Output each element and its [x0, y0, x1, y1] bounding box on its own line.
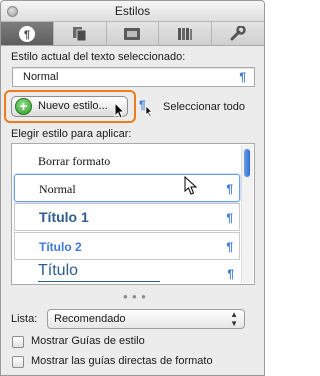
show-style-guides-label: Mostrar Guías de estilo — [31, 335, 145, 347]
styles-palette-window: Estilos ¶ Estilo actual del texto selecc… — [0, 0, 265, 376]
style-name: Título 2 — [39, 240, 82, 254]
list-filter-label: Lista: — [11, 313, 38, 325]
list-filter-value: Recomendado — [54, 313, 126, 325]
window-title: Estilos — [114, 4, 151, 18]
style-name: Normal — [39, 182, 76, 196]
select-pointer-icon — [145, 105, 153, 118]
svg-text:¶: ¶ — [24, 29, 30, 41]
list-item[interactable]: Normal ¶ — [14, 174, 240, 202]
style-name: Título 1 — [39, 209, 89, 225]
paragraph-marker: ¶ — [226, 211, 233, 225]
paragraph-marker: ¶ — [226, 182, 233, 196]
show-direct-formatting-label: Mostrar las guías directas de formato — [31, 355, 213, 367]
arrow-cursor-icon — [184, 176, 198, 195]
paragraph-styles-icon: ¶ — [18, 25, 35, 42]
new-style-button[interactable]: + Nuevo estilo... — [11, 96, 128, 117]
list-filter-select[interactable]: Recomendado ▲ ▼ — [47, 309, 245, 329]
wrench-icon — [230, 25, 246, 40]
style-name: Título — [38, 262, 161, 282]
list-item[interactable]: Título 1 ¶ — [14, 203, 240, 231]
scrollbar-thumb[interactable] — [244, 149, 250, 177]
list-item[interactable]: Título ¶ — [14, 260, 240, 284]
title-bar: Estilos — [1, 1, 264, 22]
close-dot-icon[interactable] — [7, 6, 18, 17]
tab-images[interactable] — [107, 22, 160, 45]
show-style-guides-checkbox[interactable] — [12, 336, 24, 348]
paragraph-marker: ¶ — [239, 70, 246, 84]
tab-tools[interactable] — [212, 22, 264, 45]
image-panel-icon — [124, 27, 141, 40]
mouse-pointer-icon — [114, 102, 126, 119]
tab-library[interactable] — [159, 22, 213, 45]
new-style-label: Nuevo estilo... — [38, 100, 108, 112]
list-item[interactable]: Título 2 ¶ — [14, 232, 240, 260]
styles-list: Borrar formato Normal ¶ Título 1 ¶ Títul… — [11, 143, 255, 285]
stepper-arrows-icon: ▲ ▼ — [230, 310, 238, 328]
palette-tab-bar: ¶ — [1, 22, 264, 46]
new-style-highlight: + Nuevo estilo... — [4, 90, 136, 123]
current-style-field[interactable]: Normal ¶ — [12, 67, 255, 87]
choose-style-label: Elegir estilo para aplicar: — [11, 128, 132, 140]
show-direct-formatting-checkbox[interactable] — [12, 356, 24, 368]
library-books-icon — [178, 27, 193, 40]
styles-list-scrollbar[interactable] — [241, 145, 253, 283]
style-name: Borrar formato — [38, 154, 111, 168]
select-all-link[interactable]: Seleccionar todo — [163, 101, 245, 113]
copy-pages-icon — [72, 26, 87, 41]
list-item[interactable]: Borrar formato — [14, 147, 240, 175]
current-style-label: Estilo actual del texto seleccionado: — [11, 51, 186, 63]
tab-copy[interactable] — [54, 22, 107, 45]
resize-grip-icon[interactable]: ● ● ● — [123, 292, 147, 301]
paragraph-marker: ¶ — [227, 267, 234, 281]
paragraph-marker: ¶ — [226, 240, 233, 254]
add-icon: + — [15, 98, 32, 115]
tab-styles[interactable]: ¶ — [1, 22, 54, 45]
current-style-value: Normal — [23, 71, 59, 83]
